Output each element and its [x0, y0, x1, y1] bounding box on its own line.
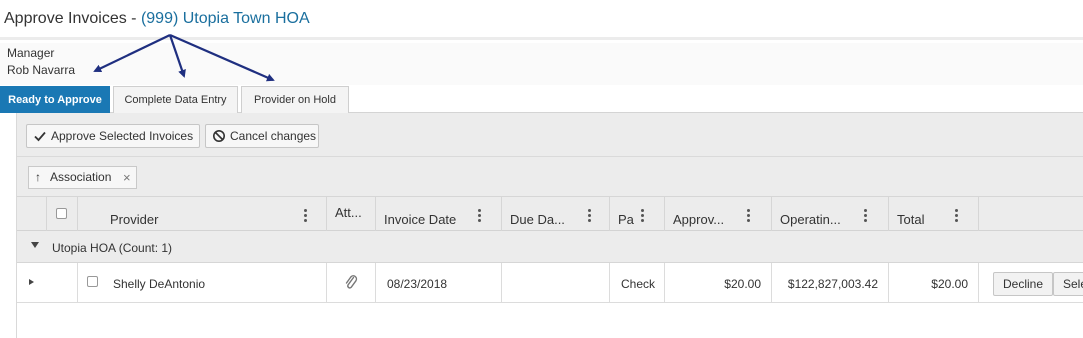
manager-panel [0, 43, 1083, 85]
cell-provider: Shelly DeAntonio [108, 263, 326, 303]
header-operating-label: Operatin... [780, 212, 841, 227]
cell-invoice-date-value: 08/23/2018 [387, 277, 448, 291]
row-checkbox[interactable] [87, 276, 98, 287]
cell-due-date [501, 263, 609, 303]
cancel-changes-label: Cancel changes [230, 129, 317, 143]
grid-header: Provider Att... Invoice Date Due Da... P… [17, 197, 1083, 231]
column-menu-icon[interactable] [304, 209, 308, 222]
cell-actions: Decline Select [978, 263, 1083, 303]
header-total[interactable]: Total [888, 197, 978, 231]
page-title: Approve Invoices - (999) Utopia Town HOA [4, 10, 310, 28]
tab-provider-on-hold[interactable]: Provider on Hold [241, 86, 349, 113]
header-provider[interactable]: Provider [77, 197, 326, 231]
title-bar: Approve Invoices - (999) Utopia Town HOA [0, 0, 1083, 40]
header-provider-label: Provider [110, 212, 159, 227]
paperclip-icon[interactable] [344, 274, 358, 290]
cancel-icon [213, 130, 225, 142]
row-select-cell [77, 263, 108, 303]
association-link[interactable]: (999) Utopia Town HOA [141, 10, 310, 27]
approve-selected-button[interactable]: Approve Selected Invoices [26, 124, 200, 148]
cell-payment: Check [609, 263, 664, 303]
header-payment[interactable]: Pa [609, 197, 664, 231]
manager-label: Manager [7, 46, 55, 60]
column-menu-icon[interactable] [478, 209, 482, 222]
grid-toolbar: Approve Selected Invoices Cancel changes [17, 113, 1083, 157]
cell-provider-value: Shelly DeAntonio [113, 277, 206, 291]
collapse-caret-icon[interactable] [31, 242, 39, 248]
header-attachment-label: Att... [335, 205, 362, 220]
header-invoice-date-label: Invoice Date [384, 212, 457, 227]
header-approved[interactable]: Approv... [664, 197, 771, 231]
group-row[interactable]: Utopia HOA (Count: 1) [17, 231, 1083, 263]
row-expander-cell [29, 263, 77, 303]
cell-total-value: $20.00 [931, 277, 968, 291]
expand-caret-icon[interactable] [29, 279, 34, 285]
cell-total: $20.00 [888, 263, 978, 303]
column-menu-icon[interactable] [641, 209, 645, 222]
cell-operating: $122,827,003.42 [771, 263, 888, 303]
cell-attachment [326, 263, 375, 303]
table-row[interactable]: Shelly DeAntonio 08/23/2018 Check $20.00… [17, 263, 1083, 303]
header-due-date[interactable]: Due Da... [501, 197, 609, 231]
select-button[interactable]: Select [1053, 272, 1083, 296]
tab-ready-to-approve[interactable]: Ready to Approve [0, 86, 110, 113]
group-chip-label: Association [50, 170, 112, 184]
tab-complete-data-entry[interactable]: Complete Data Entry [113, 86, 238, 113]
column-menu-icon[interactable] [864, 209, 868, 222]
header-operating[interactable]: Operatin... [771, 197, 888, 231]
page-title-prefix: Approve Invoices - [4, 10, 141, 27]
header-attachment[interactable]: Att... [326, 197, 375, 231]
header-invoice-date[interactable]: Invoice Date [375, 197, 501, 231]
cell-invoice-date: 08/23/2018 [375, 263, 501, 303]
tab-strip: Ready to Approve Complete Data Entry Pro… [0, 86, 1083, 113]
cell-approved: $20.00 [664, 263, 771, 303]
header-payment-label: Pa [618, 212, 634, 227]
group-panel: ↑ Association × [17, 157, 1083, 197]
decline-button[interactable]: Decline [993, 272, 1054, 296]
column-menu-icon[interactable] [588, 209, 592, 222]
cell-approved-value: $20.00 [724, 277, 761, 291]
sort-up-icon[interactable]: ↑ [35, 167, 41, 188]
check-icon [34, 131, 46, 142]
remove-icon[interactable]: × [123, 167, 131, 188]
manager-name: Rob Navarra [7, 63, 76, 77]
group-row-label: Utopia HOA (Count: 1) [52, 241, 173, 255]
header-select-all [46, 197, 77, 231]
group-chip-association[interactable]: ↑ Association × [28, 166, 137, 189]
select-all-checkbox[interactable] [56, 208, 67, 219]
column-menu-icon[interactable] [747, 209, 751, 222]
header-approved-label: Approv... [673, 212, 725, 227]
cancel-changes-button[interactable]: Cancel changes [205, 124, 319, 148]
cell-operating-value: $122,827,003.42 [787, 277, 878, 291]
header-total-label: Total [897, 212, 925, 227]
invoice-grid: Approve Selected Invoices Cancel changes… [16, 113, 1083, 338]
approve-selected-label: Approve Selected Invoices [51, 129, 194, 143]
cell-payment-value: Check [621, 277, 656, 291]
column-menu-icon[interactable] [955, 209, 959, 222]
header-due-date-label: Due Da... [510, 212, 565, 227]
header-actions [978, 197, 1083, 231]
